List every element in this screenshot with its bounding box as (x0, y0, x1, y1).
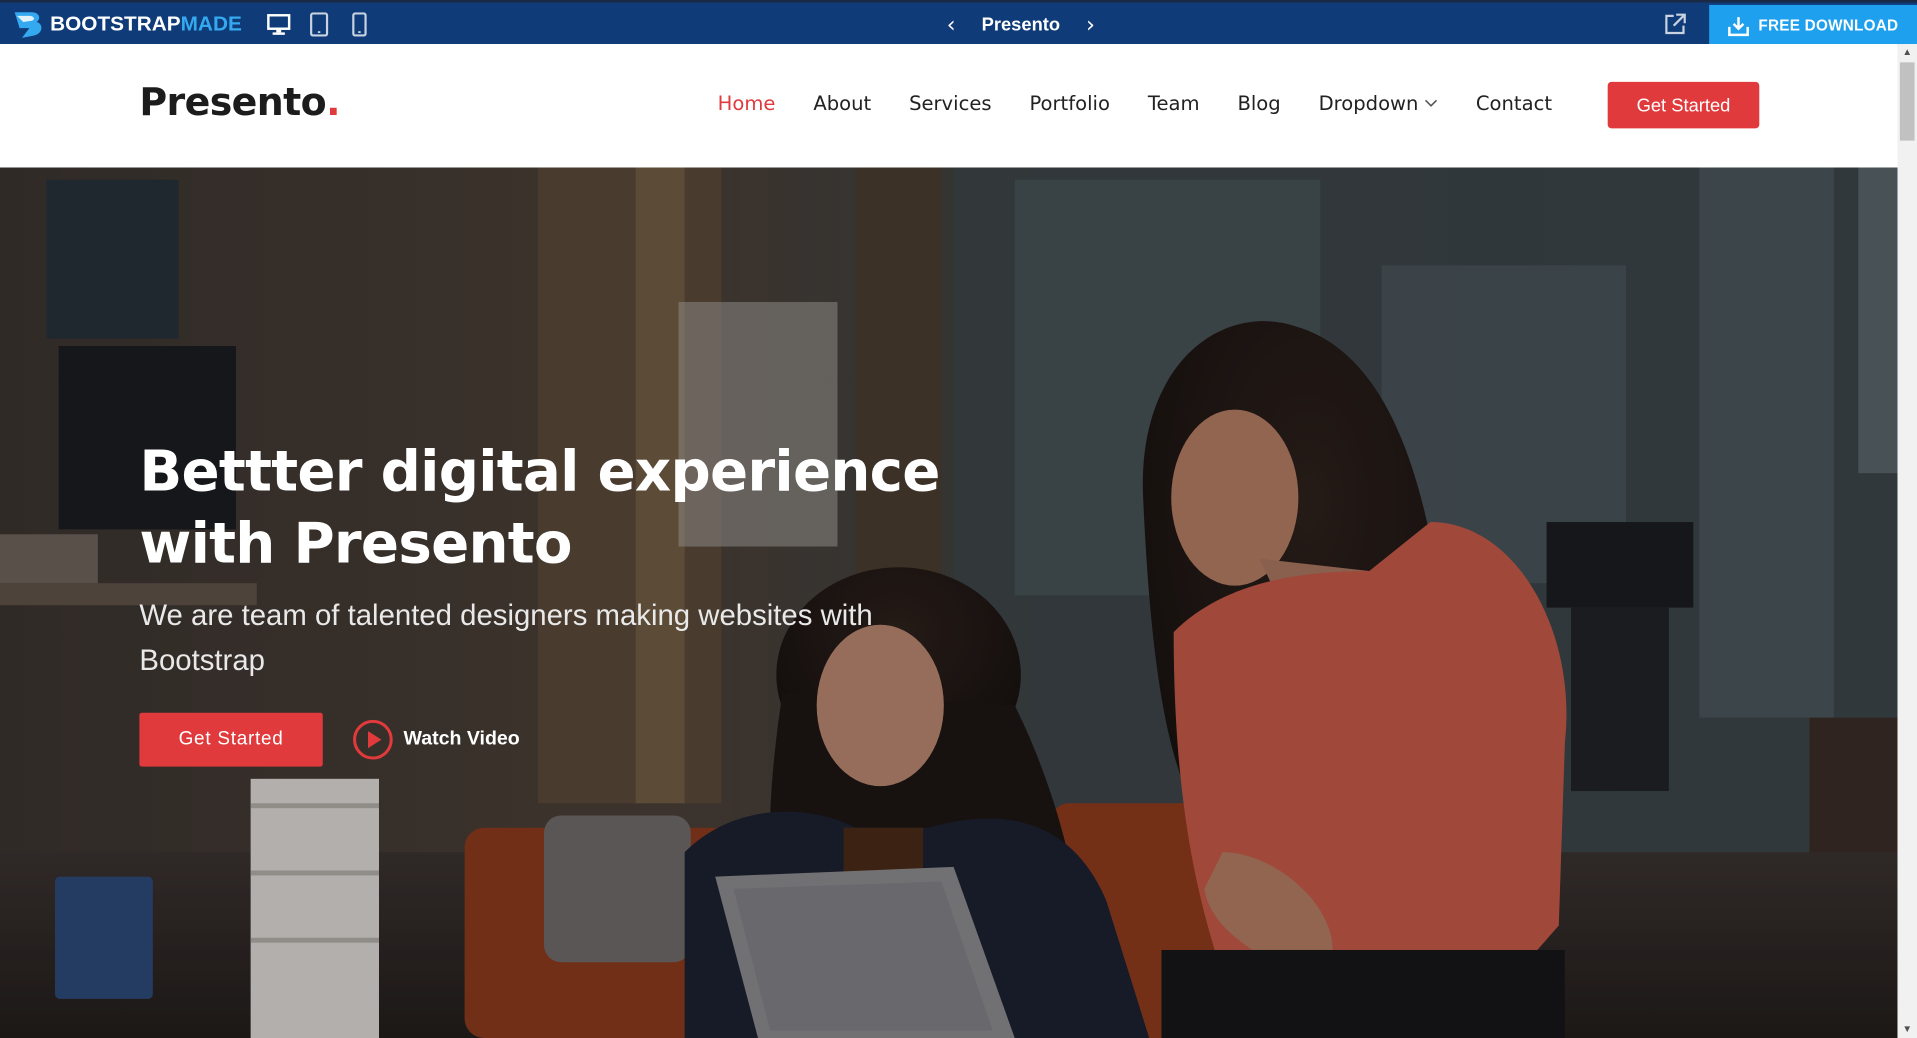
site-logo-text: Presento (139, 80, 327, 125)
free-download-label: FREE DOWNLOAD (1758, 17, 1899, 35)
play-circle-icon (353, 719, 393, 760)
logo-text-main: BOOTSTRAP (50, 12, 181, 36)
nav-dropdown[interactable]: Dropdown (1319, 92, 1438, 115)
chevron-down-icon (1425, 95, 1438, 111)
phone-view-button[interactable] (346, 11, 373, 38)
site-header: Presento. Home About Services Portfolio … (0, 44, 1898, 168)
scroll-down-arrow-icon[interactable]: ▼ (1897, 1021, 1917, 1038)
nav-about[interactable]: About (813, 92, 871, 115)
tablet-icon (310, 12, 329, 37)
bootstrapmade-logo-icon (14, 12, 42, 38)
external-link-icon (1665, 13, 1686, 35)
hero-get-started-button[interactable]: Get Started (139, 712, 323, 767)
scrollbar-thumb[interactable] (1899, 62, 1915, 141)
tablet-view-button[interactable] (306, 11, 333, 38)
bootstrapmade-logo-text: BOOTSTRAPMADE (50, 12, 242, 36)
scroll-up-arrow-icon[interactable]: ▲ (1897, 44, 1917, 61)
desktop-view-button[interactable] (265, 11, 292, 38)
watch-video-button[interactable]: Watch Video (352, 719, 520, 761)
page-scrollbar[interactable]: ▲ ▼ (1897, 44, 1917, 1038)
phone-icon (352, 12, 367, 37)
template-switcher: ‹ Presento › (939, 10, 1103, 39)
site-logo[interactable]: Presento. (139, 80, 340, 125)
bootstrapmade-preview-bar: BOOTSTRAPMADE ‹ Presento › FREE DOWNLOAD (0, 0, 1917, 47)
nav-blog[interactable]: Blog (1237, 92, 1280, 115)
prev-template-arrow-icon[interactable]: ‹ (939, 12, 963, 38)
next-template-arrow-icon[interactable]: › (1078, 12, 1102, 38)
hero-title: Bettter digital experience with Presento (139, 437, 940, 576)
nav-home[interactable]: Home (718, 92, 776, 115)
logo-text-accent: MADE (180, 12, 242, 36)
template-title: Presento (981, 14, 1061, 35)
open-external-button[interactable] (1663, 12, 1690, 39)
device-switcher (265, 11, 373, 38)
hero-section: Bettter digital experience with Presento… (0, 167, 1898, 1038)
bootstrapmade-logo[interactable]: BOOTSTRAPMADE (12, 7, 242, 41)
watch-video-label: Watch Video (403, 728, 520, 750)
nav-team[interactable]: Team (1148, 92, 1200, 115)
header-get-started-button[interactable]: Get Started (1607, 81, 1760, 129)
browser-viewport: BOOTSTRAPMADE ‹ Presento › FREE DOWNLOAD… (0, 0, 1917, 1038)
hero-subtitle: We are team of talented designers making… (139, 599, 873, 678)
download-icon (1728, 16, 1750, 36)
nav-dropdown-label: Dropdown (1318, 91, 1419, 115)
nav-contact[interactable]: Contact (1476, 92, 1552, 115)
free-download-button[interactable]: FREE DOWNLOAD (1709, 4, 1917, 47)
nav-services[interactable]: Services (909, 92, 991, 115)
desktop-icon (267, 14, 291, 35)
site-logo-dot: . (326, 80, 340, 125)
main-nav: Home About Services Portfolio Team Blog … (718, 92, 1590, 115)
nav-portfolio[interactable]: Portfolio (1029, 92, 1109, 115)
